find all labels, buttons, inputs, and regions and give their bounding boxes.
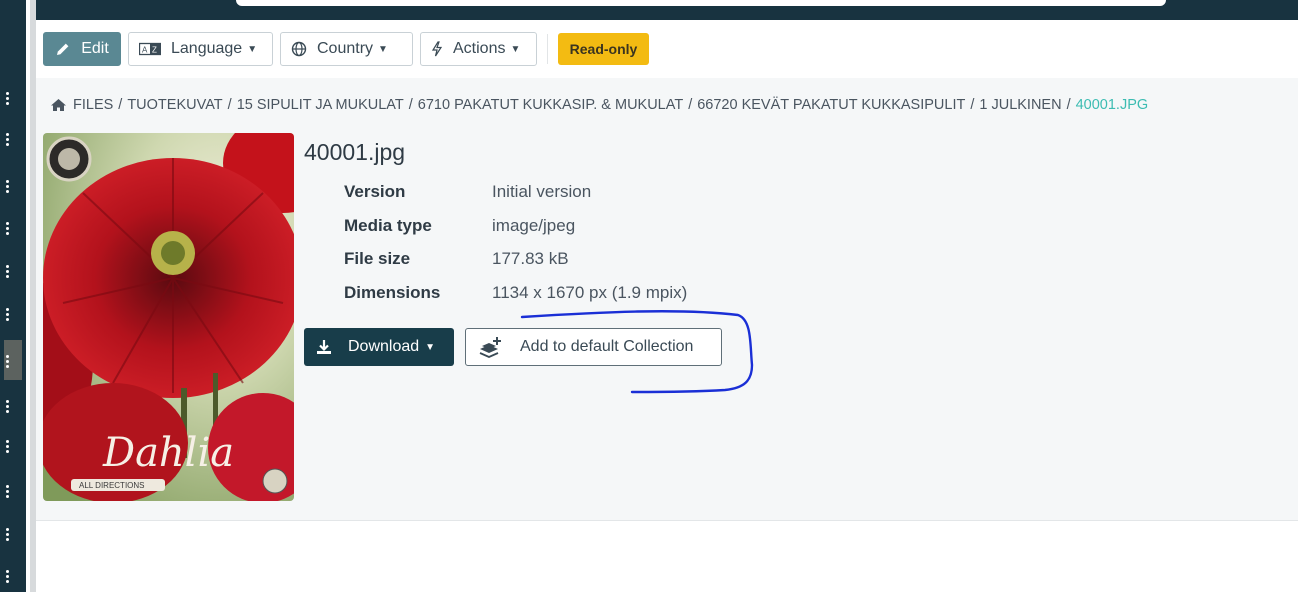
breadcrumb: FILES / TUOTEKUVAT / 15 SIPULIT JA MUKUL… [50,97,1148,113]
meta-key: Dimensions [344,283,441,302]
thumbnail-footer-text: ALL DIRECTIONS [79,481,145,490]
dahlia-image: Dahlia ALL DIRECTIONS [43,133,294,501]
breadcrumb-item[interactable]: 66720 KEVÄT PAKATUT KUKKASIPULIT [697,97,965,113]
toolbar: Edit AZ Language ▼ Country ▼ Actions ▼ R… [36,20,1298,78]
actions-label: Actions [453,40,506,57]
breadcrumb-item[interactable]: FILES [73,97,113,113]
language-dropdown[interactable]: AZ Language ▼ [128,32,273,66]
breadcrumb-separator: / [408,97,413,113]
drag-handle-icon[interactable] [6,133,10,147]
chevron-down-icon: ▼ [510,43,521,55]
search-bar[interactable] [236,0,1166,6]
download-icon [317,340,331,354]
drag-handle-icon[interactable] [6,355,10,369]
meta-key: File size [344,249,411,268]
meta-value: Initial version [492,182,592,201]
drag-handle-icon[interactable] [6,400,10,414]
left-nav-bar [0,0,26,592]
drag-handle-icon[interactable] [6,440,10,454]
thumbnail-script-text: Dahlia [102,430,234,476]
drag-handle-icon[interactable] [6,308,10,322]
meta-value: 177.83 kB [492,249,569,268]
meta-key: Version [344,182,406,201]
file-thumbnail[interactable]: Dahlia ALL DIRECTIONS [43,133,294,501]
chevron-down-icon: ▼ [425,341,436,353]
country-label: Country [317,40,374,57]
drag-handle-icon[interactable] [6,570,10,584]
breadcrumb-separator: / [970,97,975,113]
breadcrumb-separator: / [1066,97,1071,113]
breadcrumb-current: 40001.JPG [1075,97,1149,113]
edit-button[interactable]: Edit [43,32,121,66]
drag-handle-icon[interactable] [6,528,10,542]
meta-value: 1134 x 1670 px (1.9 mpix) [492,283,688,302]
chevron-down-icon: ▼ [378,43,388,55]
file-details-panel: FILES / TUOTEKUVAT / 15 SIPULIT JA MUKUL… [36,78,1298,521]
breadcrumb-item[interactable]: TUOTEKUVAT [127,97,222,113]
breadcrumb-item[interactable]: 6710 PAKATUT KUKKASIP. & MUKULAT [418,97,683,113]
drag-handle-icon[interactable] [6,92,10,106]
home-icon[interactable] [50,98,67,112]
read-only-badge: Read-only [558,33,649,65]
svg-text:A: A [142,46,148,55]
drag-handle-icon[interactable] [6,180,10,194]
file-title: 40001.jpg [304,139,406,165]
svg-text:Z: Z [152,46,157,55]
language-icon: AZ [139,42,161,56]
breadcrumb-separator: / [227,97,232,113]
download-button[interactable]: Download ▼ [304,328,454,366]
breadcrumb-item[interactable]: 1 JULKINEN [979,97,1061,113]
chevron-down-icon: ▼ [247,43,258,55]
breadcrumb-separator: / [118,97,123,113]
edit-button-label: Edit [81,40,109,57]
drag-handle-icon[interactable] [6,485,10,499]
bolt-icon [431,41,443,57]
layers-plus-icon [479,337,501,358]
breadcrumb-separator: / [688,97,693,113]
toolbar-divider [547,34,548,64]
drag-handle-icon[interactable] [6,265,10,279]
globe-icon [291,41,307,57]
drag-handle-icon[interactable] [6,222,10,236]
add-to-collection-label: Add to default Collection [520,338,694,355]
actions-dropdown[interactable]: Actions ▼ [420,32,537,66]
download-label: Download [348,338,420,355]
left-panel-strip [0,0,36,592]
add-to-collection-button[interactable]: Add to default Collection [465,328,722,366]
meta-key: Media type [344,216,432,235]
meta-value: image/jpeg [492,216,576,235]
language-label: Language [171,40,243,57]
top-header-bar [36,0,1298,20]
pencil-icon [57,43,69,55]
country-dropdown[interactable]: Country ▼ [280,32,413,66]
breadcrumb-item[interactable]: 15 SIPULIT JA MUKULAT [237,97,404,113]
